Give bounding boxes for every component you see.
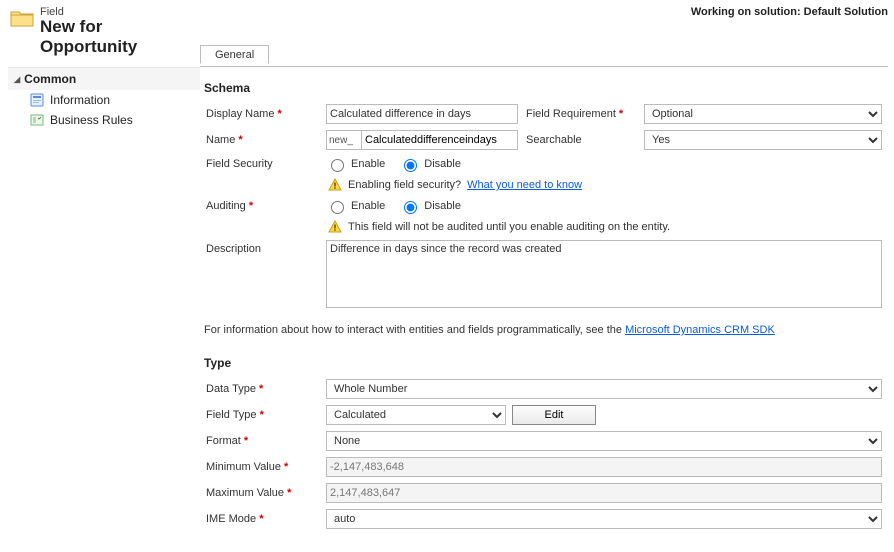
entity-header: Field New for Opportunity [0, 0, 200, 63]
folder-icon [10, 8, 34, 28]
field-requirement-select[interactable]: Optional [644, 104, 882, 124]
right-column: Working on solution: Default Solution Ge… [200, 0, 894, 552]
searchable-select[interactable]: Yes [644, 130, 882, 150]
format-select[interactable]: None [326, 431, 882, 451]
label-name: Name [206, 134, 243, 146]
nav-item-label: Business Rules [50, 113, 133, 127]
label-field-type: Field Type [206, 409, 264, 421]
label-format: Format [206, 435, 248, 447]
solution-indicator: Working on solution: Default Solution [691, 6, 888, 18]
label-description: Description [206, 243, 261, 255]
nav-section-common[interactable]: Common [8, 67, 200, 90]
field-security-warning-text: Enabling field security? [348, 179, 461, 191]
max-value-input [326, 483, 882, 503]
min-value-input [326, 457, 882, 477]
auditing-enable[interactable]: Enable [326, 198, 385, 214]
left-column: Field New for Opportunity Common Informa… [0, 0, 200, 552]
radio-label-disable: Disable [424, 200, 461, 212]
tab-general[interactable]: General [200, 45, 269, 64]
label-data-type: Data Type [206, 383, 263, 395]
label-display-name: Display Name [206, 108, 282, 120]
label-min-value: Minimum Value [206, 461, 288, 473]
label-field-security: Field Security [206, 158, 273, 170]
description-textarea[interactable] [326, 240, 882, 308]
radio-label-enable: Enable [351, 158, 385, 170]
sdk-link[interactable]: Microsoft Dynamics CRM SDK [625, 324, 775, 336]
name-prefix-input[interactable] [326, 130, 362, 150]
form-icon [30, 93, 44, 107]
auditing-disable[interactable]: Disable [399, 198, 461, 214]
warning-icon [328, 178, 342, 192]
warning-icon [328, 220, 342, 234]
ime-mode-select[interactable]: auto [326, 509, 882, 529]
field-security-enable-radio[interactable] [331, 159, 344, 172]
nav-item-business-rules[interactable]: Business Rules [8, 110, 200, 130]
field-security-enable[interactable]: Enable [326, 156, 385, 172]
field-security-disable[interactable]: Disable [399, 156, 461, 172]
label-max-value: Maximum Value [206, 487, 291, 499]
label-field-requirement: Field Requirement [526, 108, 623, 120]
label-searchable: Searchable [526, 134, 582, 146]
label-auditing: Auditing [206, 200, 253, 212]
nav-item-information[interactable]: Information [8, 90, 200, 110]
field-type-select[interactable]: Calculated [326, 405, 506, 425]
label-ime-mode: IME Mode [206, 513, 263, 525]
field-security-warning-link[interactable]: What you need to know [467, 179, 582, 191]
data-type-select[interactable]: Whole Number [326, 379, 882, 399]
section-heading-schema: Schema [202, 67, 886, 101]
rules-icon [30, 113, 44, 127]
auditing-disable-radio[interactable] [404, 201, 417, 214]
radio-label-disable: Disable [424, 158, 461, 170]
name-input-group [326, 130, 518, 150]
nav-item-label: Information [50, 93, 110, 107]
section-heading-type: Type [202, 342, 886, 376]
sdk-hint-text: For information about how to interact wi… [204, 324, 625, 336]
edit-button[interactable]: Edit [512, 405, 596, 425]
sdk-hint: For information about how to interact wi… [202, 314, 886, 342]
page-title: New for Opportunity [40, 17, 196, 57]
auditing-warning-text: This field will not be audited until you… [348, 221, 670, 233]
field-security-disable-radio[interactable] [404, 159, 417, 172]
name-input[interactable] [362, 130, 518, 150]
auditing-enable-radio[interactable] [331, 201, 344, 214]
radio-label-enable: Enable [351, 200, 385, 212]
display-name-input[interactable] [326, 104, 518, 124]
tab-strip: General [200, 44, 888, 67]
